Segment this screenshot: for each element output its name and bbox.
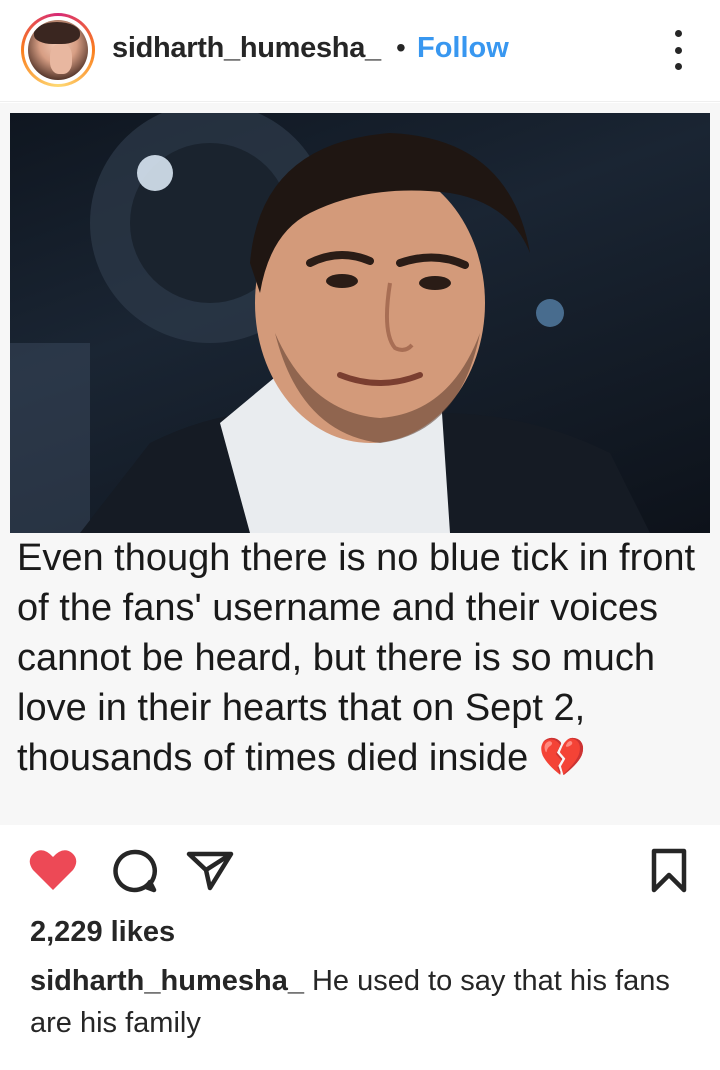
post-action-bar [0,830,720,910]
likes-count[interactable]: 2,229 likes [30,916,175,949]
comment-icon[interactable] [112,848,158,894]
username-separator: • [396,32,406,63]
more-options-icon[interactable] [664,30,692,70]
post-caption: sidharth_humesha_ He used to say that his… [30,960,690,1044]
like-heart-icon[interactable] [28,848,78,892]
more-dot [674,63,682,70]
post-header: sidharth_humesha_ • Follow [0,0,720,102]
profile-avatar[interactable] [21,13,95,87]
avatar-border [24,16,92,84]
portrait-illustration [10,113,650,533]
post-username[interactable]: sidharth_humesha_ [112,32,381,65]
avatar-hair-shape [34,22,80,44]
save-bookmark-icon[interactable] [650,848,688,894]
caption-username[interactable]: sidharth_humesha_ [30,965,304,997]
post-overlay-text: Even though there is no blue tick in fro… [17,537,696,779]
follow-button[interactable]: Follow [417,32,509,65]
more-dot [674,46,682,54]
post-photo [10,113,710,533]
share-icon[interactable] [186,850,234,892]
more-dot [674,30,682,37]
avatar-image [28,20,88,80]
post-media[interactable]: Even though there is no blue tick in fro… [0,103,720,825]
avatar-hand-shape [50,44,72,74]
